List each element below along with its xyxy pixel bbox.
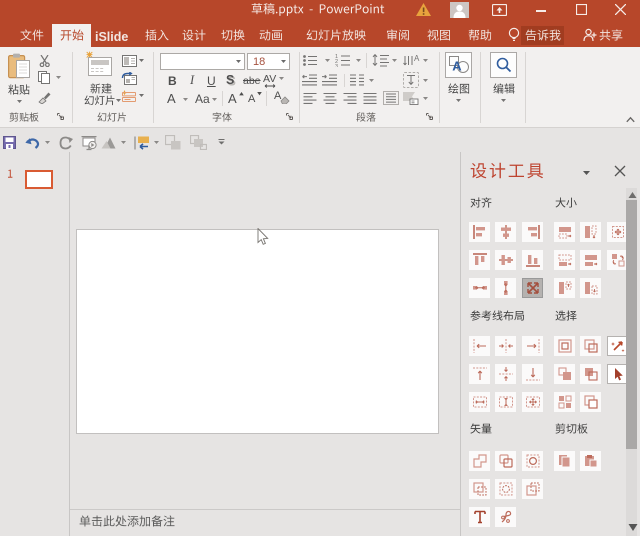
svg-text:A: A (452, 59, 462, 74)
svg-text:A: A (414, 54, 420, 63)
svg-text:3: 3 (335, 64, 338, 67)
